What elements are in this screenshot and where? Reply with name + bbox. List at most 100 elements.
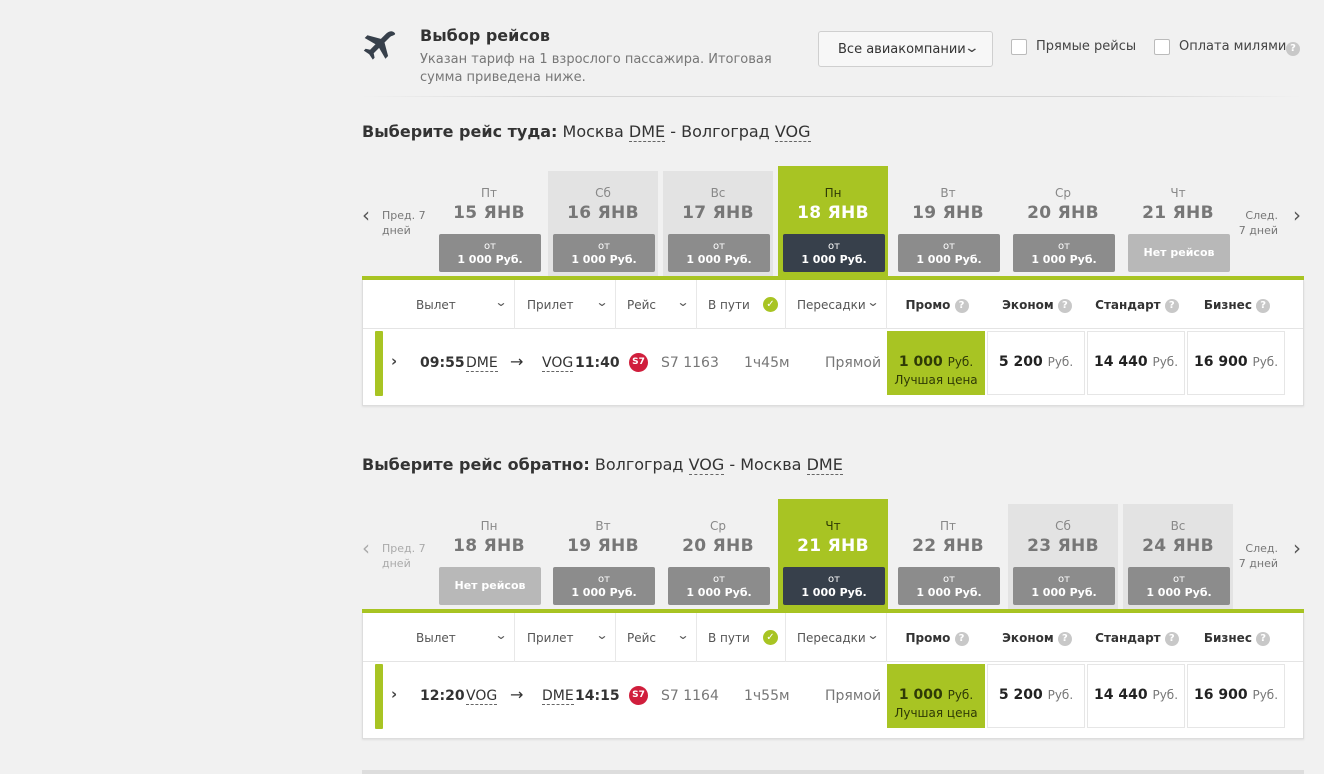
date-price-button[interactable]: от 1 000 Руб. [439,234,541,272]
arrival-time: 14:15 [575,688,620,704]
inbound-flights-table: Вылет ⌄ Прилет ⌄ Рейс ⌄ В пути ✓ Пересадки ⌄ … [362,613,1304,739]
chevron-right-icon: › [1293,203,1301,227]
col-promo: Промо ? [887,613,987,662]
outbound-date-strip: ‹ Пред. 7 дней Пт 15 ЯНВ от 1 000 Руб. Сб 1… [362,166,1304,280]
col-promo: Промо ? [887,280,987,329]
sort-arrival[interactable]: Прилет ⌄ [515,613,616,662]
date-cell-selected[interactable]: Чт 21 ЯНВ от 1 000 Руб. [778,499,888,611]
flight-row[interactable]: › 12:20 VOG → DME 14:15 S7 S7 1164 1ч55м… [383,664,1303,730]
chevron-right-icon: › [1293,536,1301,560]
date-price-button[interactable]: от 1 000 Руб. [668,234,770,272]
help-icon[interactable]: ? [954,298,969,313]
date-cell[interactable]: Пт 22 ЯНВ от 1 000 Руб. [893,504,1003,611]
date-cell[interactable]: Пт 15 ЯНВ от 1 000 Руб. [434,171,544,278]
pay-miles-label[interactable]: Оплата милями [1179,39,1286,54]
date-cell[interactable]: Ср 20 ЯНВ от 1 000 Руб. [663,504,773,611]
date-cell[interactable]: Вс 17 ЯНВ от 1 000 Руб. [663,171,773,278]
help-icon[interactable]: ? [1164,298,1179,313]
date-price-button[interactable]: от 1 000 Руб. [898,567,1000,605]
help-icon[interactable]: ? [1057,298,1072,313]
date-cell[interactable]: Вт 19 ЯНВ от 1 000 Руб. [893,171,1003,278]
chevron-down-icon: ⌄ [494,295,508,309]
date-price-button[interactable]: от 1 000 Руб. [1128,567,1230,605]
arrival-code[interactable]: VOG [542,355,574,372]
airline-filter-select[interactable]: Все авиакомпании ⌄ [818,31,993,67]
direct-flights-checkbox[interactable] [1011,39,1027,55]
help-icon[interactable]: ? [1286,42,1300,56]
date-cell-selected[interactable]: Пн 18 ЯНВ от 1 000 Руб. [778,166,888,278]
departure-time: 12:20 [420,688,465,704]
inbound-date-strip: ‹ Пред. 7 дней Пн 18 ЯНВ Нет рейсов Вт 19 … [362,499,1304,613]
date-price-button[interactable]: от 1 000 Руб. [553,234,655,272]
fare-promo[interactable]: 1 000 Руб. Лучшая цена [887,331,985,395]
col-standard: Стандарт ? [1087,280,1187,329]
date-price-button[interactable]: от 1 000 Руб. [553,567,655,605]
fare-business[interactable]: 16 900 Руб. [1187,664,1285,728]
check-icon: ✓ [763,297,778,312]
sort-arrival[interactable]: Прилет ⌄ [515,280,616,329]
chevron-down-icon: ⌄ [866,628,880,642]
arrival-code[interactable]: DME [542,688,574,705]
date-cell[interactable]: Чт 21 ЯНВ Нет рейсов [1123,171,1233,278]
help-icon[interactable]: ? [1164,631,1179,646]
date-cell[interactable]: Вс 24 ЯНВ от 1 000 Руб. [1123,504,1233,611]
chevron-left-icon: ‹ [362,536,370,560]
check-icon: ✓ [763,630,778,645]
fare-promo[interactable]: 1 000 Руб. Лучшая цена [887,664,985,728]
sort-transfers[interactable]: Пересадки ⌄ [786,613,887,662]
direct-flights-label[interactable]: Прямые рейсы [1036,39,1136,54]
date-price-button[interactable]: от 1 000 Руб. [783,234,885,272]
header-divider [362,96,1302,97]
flight-stops: Прямой [825,355,882,371]
flight-number: S7 1164 [661,688,719,704]
date-price-button[interactable]: от 1 000 Руб. [668,567,770,605]
departure-code[interactable]: VOG [466,688,498,705]
chevron-right-icon[interactable]: › [391,685,397,703]
date-price-button[interactable]: от 1 000 Руб. [898,234,1000,272]
date-cell[interactable]: Вт 19 ЯНВ от 1 000 Руб. [548,504,658,611]
fare-standard[interactable]: 14 440 Руб. [1087,331,1185,395]
chevron-right-icon[interactable]: › [391,352,397,370]
pay-miles-checkbox[interactable] [1154,39,1170,55]
origin-code[interactable]: VOG [688,455,725,475]
date-price-button[interactable]: от 1 000 Руб. [1013,234,1115,272]
date-cell[interactable]: Ср 20 ЯНВ от 1 000 Руб. [1008,171,1118,278]
date-cell[interactable]: Пн 18 ЯНВ Нет рейсов [434,504,544,611]
date-price-button[interactable]: от 1 000 Руб. [783,567,885,605]
destination-code[interactable]: VOG [774,122,811,142]
chevron-down-icon: ⌄ [676,295,690,309]
sort-duration[interactable]: В пути ✓ [697,280,786,329]
departure-code[interactable]: DME [466,355,498,372]
sort-flight[interactable]: Рейс ⌄ [616,613,697,662]
fare-business[interactable]: 16 900 Руб. [1187,331,1285,395]
chevron-down-icon: ⌄ [595,295,609,309]
flight-row[interactable]: › 09:55 DME → VOG 11:40 S7 S7 1163 1ч45м… [383,331,1303,397]
row-indicator [375,331,383,396]
table-header: Вылет ⌄ Прилет ⌄ Рейс ⌄ В пути ✓ Пересадки ⌄ … [363,613,1303,662]
sort-departure[interactable]: Вылет ⌄ [363,613,515,662]
sort-duration[interactable]: В пути ✓ [697,613,786,662]
chevron-down-icon: ⌄ [595,628,609,642]
sort-departure[interactable]: Вылет ⌄ [363,280,515,329]
fare-standard[interactable]: 14 440 Руб. [1087,664,1185,728]
date-cell[interactable]: Сб 16 ЯНВ от 1 000 Руб. [548,171,658,278]
col-economy: Эконом ? [987,280,1087,329]
destination-code[interactable]: DME [806,455,843,475]
fare-economy[interactable]: 5 200 Руб. [987,664,1085,728]
no-flights-button: Нет рейсов [1128,234,1230,272]
help-icon[interactable]: ? [1256,631,1271,646]
origin-code[interactable]: DME [628,122,666,142]
chevron-down-icon: ⌄ [676,628,690,642]
help-icon[interactable]: ? [954,631,969,646]
date-price-button[interactable]: от 1 000 Руб. [1013,567,1115,605]
plane-icon [363,31,396,60]
help-icon[interactable]: ? [1057,631,1072,646]
fare-economy[interactable]: 5 200 Руб. [987,331,1085,395]
flight-stops: Прямой [825,688,882,704]
sort-transfers[interactable]: Пересадки ⌄ [786,280,887,329]
outbound-title: Выберите рейс туда: Москва DME - Волгогр… [362,122,811,142]
date-cell[interactable]: Сб 23 ЯНВ от 1 000 Руб. [1008,504,1118,611]
help-icon[interactable]: ? [1256,298,1271,313]
col-economy: Эконом ? [987,613,1087,662]
sort-flight[interactable]: Рейс ⌄ [616,280,697,329]
